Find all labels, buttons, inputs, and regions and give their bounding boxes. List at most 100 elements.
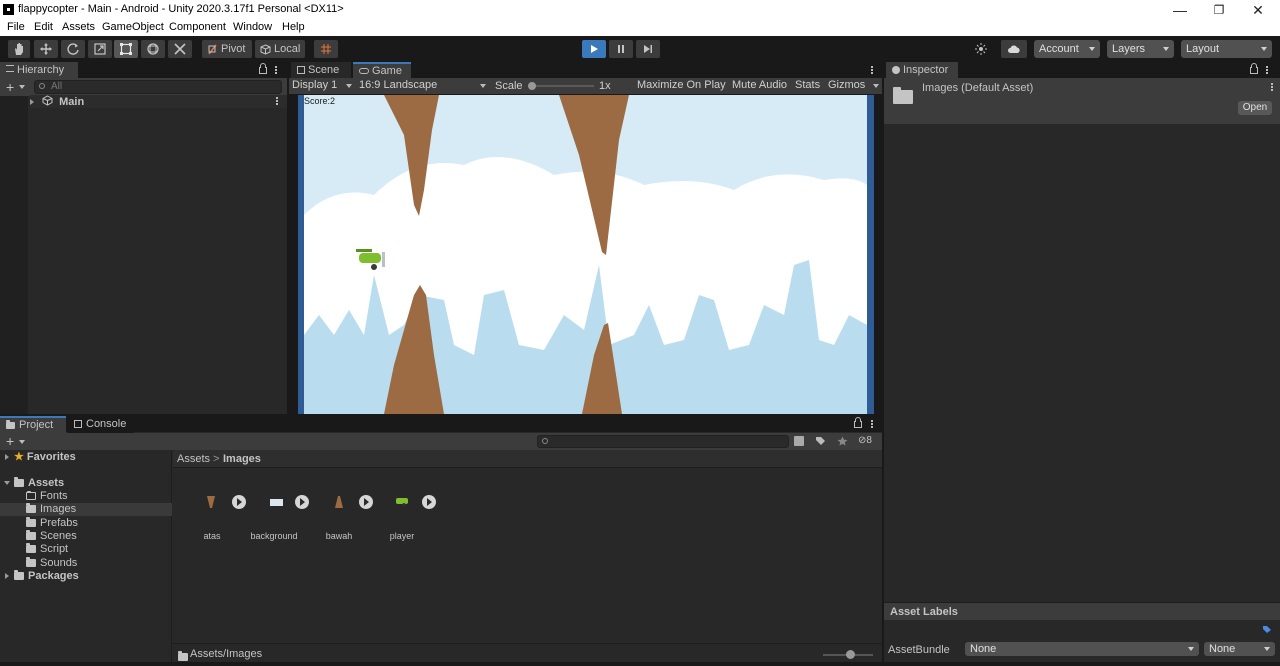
breadcrumb-assets[interactable]: Assets [177, 453, 210, 465]
scene-row-main[interactable]: Main [30, 95, 287, 108]
rotate-tool-button[interactable] [61, 40, 85, 58]
grid-snap-button[interactable] [314, 40, 338, 58]
play-button[interactable] [582, 40, 606, 58]
project-search-input[interactable] [537, 435, 789, 448]
tag-icon[interactable] [1262, 625, 1272, 634]
collapse-arrow-icon[interactable] [4, 481, 10, 485]
tree-folder-scenes[interactable]: Scenes [26, 530, 77, 543]
assetbundle-variant-dropdown[interactable]: None [1204, 642, 1275, 656]
mute-audio-toggle[interactable]: Mute Audio [732, 79, 787, 91]
tree-favorites[interactable]: ★ Favorites [5, 451, 76, 464]
asset-labels-title: Asset Labels [890, 606, 958, 618]
hand-tool-button[interactable] [8, 40, 30, 58]
kebab-menu-icon[interactable] [1266, 65, 1269, 76]
scale-tool-button[interactable] [88, 40, 112, 58]
tab-inspector[interactable]: Inspector [886, 62, 958, 79]
tree-packages[interactable]: Packages [5, 570, 79, 583]
chevron-down-icon [1261, 47, 1267, 51]
window-title: flappycopter - Main - Android - Unity 20… [18, 3, 344, 15]
maximize-on-play-toggle[interactable]: Maximize On Play [637, 79, 726, 91]
kebab-menu-icon[interactable] [1271, 82, 1274, 93]
gizmos-toggle[interactable]: Gizmos [828, 79, 865, 91]
display-dropdown[interactable]: Display 1 [292, 79, 337, 91]
label-filter-icon[interactable] [815, 436, 826, 446]
asset-tile-background[interactable]: background [239, 490, 309, 546]
tree-assets[interactable]: Assets [4, 477, 64, 490]
scale-slider-thumb[interactable] [528, 82, 536, 90]
menu-assets[interactable]: Assets [62, 21, 95, 33]
menu-help[interactable]: Help [282, 21, 305, 33]
menu-gameobject[interactable]: GameObject [102, 21, 164, 33]
asset-tile-atas[interactable]: atas [177, 490, 247, 546]
hierarchy-search-input[interactable]: All [34, 80, 282, 94]
tab-game[interactable]: Game [353, 62, 411, 79]
menu-edit[interactable]: Edit [34, 21, 53, 33]
kebab-menu-icon[interactable] [275, 65, 278, 76]
menu-file[interactable]: File [7, 21, 25, 33]
expand-arrow-icon[interactable] [30, 99, 34, 105]
layout-dropdown[interactable]: Layout [1181, 40, 1272, 58]
transform-tool-button[interactable] [141, 40, 165, 58]
step-button[interactable] [636, 40, 660, 58]
stats-toggle[interactable]: Stats [795, 79, 820, 91]
scale-slider[interactable] [530, 85, 594, 87]
asset-name: bawah [325, 531, 353, 541]
search-by-type-icon[interactable] [794, 436, 804, 446]
tab-console[interactable]: Console [68, 416, 134, 433]
move-tool-button[interactable] [34, 40, 58, 58]
restore-button[interactable]: ❐ [1199, 0, 1239, 20]
layers-dropdown[interactable]: Layers [1107, 40, 1174, 58]
minimize-button[interactable]: — [1160, 0, 1200, 20]
rect-tool-button[interactable] [114, 40, 138, 58]
tab-scene[interactable]: Scene [291, 62, 351, 79]
tree-folder-script[interactable]: Script [26, 543, 68, 556]
close-button[interactable]: ✕ [1238, 0, 1278, 20]
asset-labels-header: Asset Labels [884, 602, 1280, 620]
hierarchy-tabbar: Hierarchy [0, 62, 287, 79]
assetbundle-dropdown[interactable]: None [965, 642, 1199, 656]
pause-button[interactable] [609, 40, 633, 58]
local-toggle[interactable]: Local [255, 40, 305, 58]
chevron-down-icon[interactable] [19, 440, 25, 444]
asset-tile-bawah[interactable]: bawah [304, 490, 374, 546]
kebab-menu-icon[interactable] [276, 96, 279, 107]
pivot-toggle[interactable]: Pivot [202, 40, 252, 58]
aspect-dropdown[interactable]: 16:9 Landscape [359, 79, 437, 91]
expand-arrow-icon[interactable] [5, 573, 9, 579]
chevron-down-icon[interactable] [346, 84, 352, 88]
collab-button[interactable] [969, 40, 993, 58]
close-icon: ✕ [1252, 2, 1264, 18]
add-icon[interactable]: + [6, 433, 14, 449]
menu-component[interactable]: Component [169, 21, 226, 33]
open-button[interactable]: Open [1238, 101, 1272, 115]
custom-tool-button[interactable] [168, 40, 192, 58]
menu-window[interactable]: Window [233, 21, 272, 33]
window-titlebar: flappycopter - Main - Android - Unity 20… [0, 0, 1280, 20]
chevron-down-icon[interactable] [480, 84, 486, 88]
kebab-menu-icon[interactable] [871, 419, 874, 430]
lock-icon[interactable] [259, 63, 267, 74]
cloud-button[interactable] [1001, 40, 1027, 58]
account-dropdown[interactable]: Account [1034, 40, 1100, 58]
chevron-down-icon[interactable] [19, 85, 25, 89]
sprite-thumbnail-background [270, 499, 283, 506]
tree-folder-sounds[interactable]: Sounds [26, 557, 77, 570]
thumbnail-size-thumb[interactable] [846, 650, 855, 659]
tree-folder-fonts[interactable]: Fonts [26, 490, 68, 503]
hidden-packages-toggle[interactable]: ⊘8 [858, 435, 872, 446]
game-canvas[interactable] [304, 95, 867, 414]
tab-project[interactable]: Project [0, 416, 66, 433]
lock-icon[interactable] [854, 417, 862, 428]
tab-hierarchy[interactable]: Hierarchy [0, 62, 78, 79]
favorite-star-icon[interactable] [837, 436, 848, 446]
tree-folder-images[interactable]: Images [0, 503, 172, 516]
kebab-menu-icon[interactable] [871, 65, 874, 76]
sprite-play-icon[interactable] [422, 495, 436, 509]
tree-folder-prefabs[interactable]: Prefabs [26, 517, 78, 530]
chevron-down-icon[interactable] [873, 84, 879, 88]
asset-tile-player[interactable]: player [367, 490, 437, 546]
breadcrumb-images[interactable]: Images [223, 453, 261, 465]
expand-arrow-icon[interactable] [5, 454, 9, 460]
add-icon[interactable]: + [6, 79, 14, 95]
lock-icon[interactable] [1250, 63, 1258, 74]
